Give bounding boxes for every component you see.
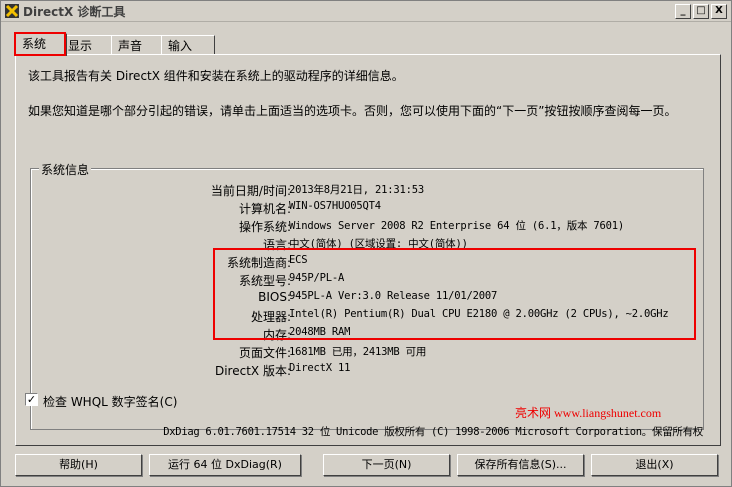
directx-version-label: DirectX 版本:: [214, 364, 291, 378]
row-datetime: 当前日期/时间: 2013年8月21日, 21:31:53: [31, 182, 703, 200]
directx-x-icon: [5, 4, 19, 18]
title-bar: DirectX 诊断工具 _ □ X: [1, 1, 731, 22]
intro-text-1: 该工具报告有关 DirectX 组件和安装在系统上的驱动程序的详细信息。: [28, 69, 404, 83]
version-copyright: DxDiag 6.01.7601.17514 32 位 Unicode 版权所有…: [163, 426, 703, 438]
tab-sound[interactable]: 声音: [111, 35, 165, 56]
hardware-highlight-box: [213, 248, 696, 340]
tab-input[interactable]: 输入: [161, 35, 215, 56]
whql-checkbox[interactable]: ✓: [25, 393, 38, 406]
close-button[interactable]: X: [711, 4, 727, 19]
row-page-file: 页面文件: 1681MB 已用，2413MB 可用: [31, 344, 703, 362]
maximize-button[interactable]: □: [693, 4, 709, 19]
os-value: Windows Server 2008 R2 Enterprise 64 位 (…: [289, 220, 625, 232]
exit-button[interactable]: 退出(X): [591, 454, 718, 476]
datetime-value: 2013年8月21日, 21:31:53: [289, 184, 424, 196]
datetime-label: 当前日期/时间:: [210, 184, 291, 198]
row-os: 操作系统: Windows Server 2008 R2 Enterprise …: [31, 218, 703, 236]
tab-display[interactable]: 显示: [61, 35, 115, 56]
whql-checkbox-label[interactable]: 检查 WHQL 数字签名(C): [43, 393, 177, 410]
tab-highlight-box: [14, 32, 66, 56]
next-page-button[interactable]: 下一页(N): [323, 454, 450, 476]
window-title: DirectX 诊断工具: [23, 5, 126, 19]
row-computer-name: 计算机名: WIN-OS7HUO05QT4: [31, 200, 703, 218]
run-64bit-dxdiag-button[interactable]: 运行 64 位 DxDiag(R): [149, 454, 301, 476]
computer-name-label: 计算机名:: [238, 202, 291, 216]
intro-text-2: 如果您知道是哪个部分引起的错误，请单击上面适当的选项卡。否则，您可以使用下面的“…: [28, 104, 677, 118]
watermark-text: 亮术网 www.liangshunet.com: [515, 406, 662, 420]
save-all-info-button[interactable]: 保存所有信息(S)...: [457, 454, 584, 476]
computer-name-value: WIN-OS7HUO05QT4: [289, 200, 381, 212]
page-file-value: 1681MB 已用，2413MB 可用: [289, 346, 427, 358]
dxdiag-window: DirectX 诊断工具 _ □ X 系统 显示 声音 输入 该工具报告有关 D…: [0, 0, 732, 487]
page-file-label: 页面文件:: [238, 346, 291, 360]
minimize-button[interactable]: _: [675, 4, 691, 19]
help-button[interactable]: 帮助(H): [15, 454, 142, 476]
directx-version-value: DirectX 11: [289, 362, 351, 374]
system-info-legend: 系统信息: [39, 161, 92, 178]
os-label: 操作系统:: [238, 220, 291, 234]
row-directx-version: DirectX 版本: DirectX 11: [31, 362, 703, 380]
